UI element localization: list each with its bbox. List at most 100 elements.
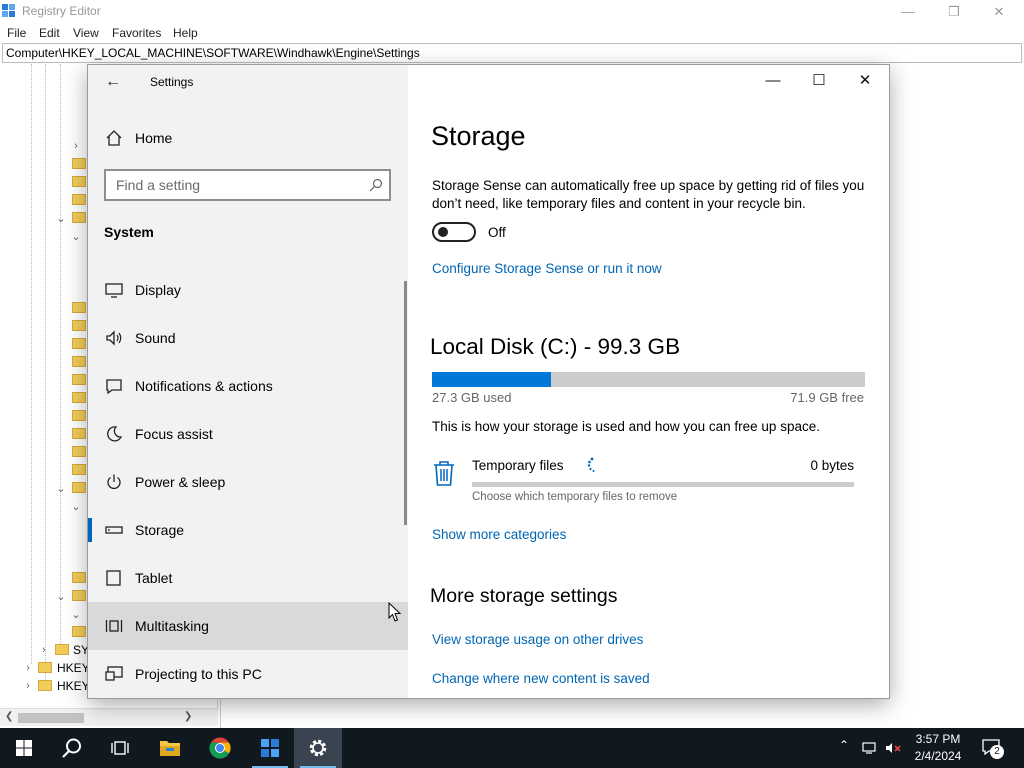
nav-label: Display xyxy=(135,282,181,298)
collapse-chevron-icon[interactable]: ⌄ xyxy=(70,500,82,513)
menu-file[interactable]: File xyxy=(7,26,26,40)
chrome-icon xyxy=(209,737,231,759)
folder-icon xyxy=(72,428,86,439)
configure-storage-sense-link[interactable]: Configure Storage Sense or run it now xyxy=(432,261,662,276)
maximize-button[interactable]: ☐ xyxy=(796,65,842,97)
menu-favorites[interactable]: Favorites xyxy=(112,26,161,40)
nav-item-sound[interactable]: Sound xyxy=(88,314,408,362)
nav-item-tablet[interactable]: Tablet xyxy=(88,554,408,602)
folder-icon xyxy=(72,482,86,493)
minimize-button[interactable]: — xyxy=(750,65,796,97)
registry-menubar: File Edit View Favorites Help xyxy=(0,23,1024,43)
storage-sense-toggle[interactable] xyxy=(432,222,476,242)
close-button[interactable]: ✕ xyxy=(842,65,888,97)
folder-icon xyxy=(72,356,86,367)
folder-icon xyxy=(38,680,52,691)
task-view-icon xyxy=(111,741,129,755)
settings-taskbar-button[interactable] xyxy=(294,728,342,768)
expand-chevron-icon[interactable]: › xyxy=(38,644,50,656)
network-icon[interactable] xyxy=(862,740,878,756)
category-title: Temporary files xyxy=(472,458,564,473)
folder-icon xyxy=(72,464,86,475)
settings-window: ← Settings Home System Display Sound xyxy=(88,65,889,698)
sidebar-scrollbar[interactable] xyxy=(404,281,407,525)
folder-icon xyxy=(72,338,86,349)
show-hidden-icons-icon[interactable]: ⌃ xyxy=(839,738,855,754)
collapse-chevron-icon[interactable]: ⌄ xyxy=(70,608,82,621)
notification-count-badge: 2 xyxy=(990,745,1004,759)
disk-usage-bar xyxy=(432,372,865,387)
registry-close-button[interactable]: ✕ xyxy=(976,2,1022,22)
toggle-knob xyxy=(438,227,448,237)
tree-node-label[interactable]: HKEY xyxy=(57,679,90,693)
power-icon xyxy=(107,474,121,489)
menu-edit[interactable]: Edit xyxy=(39,26,60,40)
nav-item-display[interactable]: Display xyxy=(88,266,408,314)
tray-clock[interactable]: 3:57 PM 2/4/2024 xyxy=(906,731,970,765)
view-other-drives-link[interactable]: View storage usage on other drives xyxy=(432,632,643,647)
tree-node-label[interactable]: SY xyxy=(73,643,89,657)
file-explorer-button[interactable] xyxy=(146,728,194,768)
taskbar-search-button[interactable] xyxy=(48,728,96,768)
tree-line xyxy=(31,64,32,664)
expand-chevron-icon[interactable]: › xyxy=(70,140,82,152)
multitasking-icon xyxy=(105,620,123,632)
nav-item-focus-assist[interactable]: Focus assist xyxy=(88,410,408,458)
scroll-left-icon[interactable]: ❮ xyxy=(5,711,13,722)
folder-icon xyxy=(72,626,86,637)
tree-node-label[interactable]: HKEY xyxy=(57,661,90,675)
registry-minimize-button[interactable]: — xyxy=(885,2,931,22)
menu-help[interactable]: Help xyxy=(173,26,198,40)
nav-item-power-sleep[interactable]: Power & sleep xyxy=(88,458,408,506)
expand-chevron-icon[interactable]: › xyxy=(22,662,34,674)
registry-address-bar[interactable]: Computer\HKEY_LOCAL_MACHINE\SOFTWARE\Win… xyxy=(2,43,1022,63)
expand-chevron-icon[interactable]: › xyxy=(22,680,34,692)
storage-icon xyxy=(105,526,123,534)
search-icon[interactable] xyxy=(369,178,383,192)
disk-usage-fill xyxy=(432,372,551,387)
selected-indicator xyxy=(88,518,92,542)
nav-item-storage[interactable]: Storage xyxy=(88,506,408,554)
collapse-chevron-icon[interactable]: ⌄ xyxy=(55,212,67,225)
registry-restore-button[interactable]: ❐ xyxy=(931,2,977,22)
category-usage-bar xyxy=(472,482,854,487)
toggle-state-label: Off xyxy=(488,225,506,240)
start-button[interactable] xyxy=(0,728,48,768)
home-nav-item[interactable]: Home xyxy=(88,121,408,155)
nav-label: Power & sleep xyxy=(135,474,226,490)
tree-horizontal-scrollbar[interactable]: ❮ ❯ xyxy=(0,708,218,726)
nav-item-projecting[interactable]: Projecting to this PC xyxy=(88,650,408,698)
nav-item-multitasking[interactable]: Multitasking xyxy=(88,602,408,650)
registry-editor-icon xyxy=(261,739,279,757)
disk-title: Local Disk (C:) - 99.3 GB xyxy=(430,334,681,359)
folder-icon xyxy=(72,374,86,385)
registry-titlebar[interactable]: Registry Editor — ❐ ✕ xyxy=(0,0,1024,23)
collapse-chevron-icon[interactable]: ⌄ xyxy=(55,590,67,603)
search-input[interactable] xyxy=(116,177,356,193)
menu-view[interactable]: View xyxy=(73,26,99,40)
task-view-button[interactable] xyxy=(96,728,144,768)
disk-used-label: 27.3 GB used xyxy=(432,390,512,405)
storage-page: — ☐ ✕ Storage Storage Sense can automati… xyxy=(408,65,889,698)
file-explorer-icon xyxy=(160,741,180,756)
action-center-button[interactable]: 2 xyxy=(980,737,1004,759)
search-box[interactable] xyxy=(104,169,391,201)
change-save-location-link[interactable]: Change where new content is saved xyxy=(432,671,650,686)
settings-sidebar: ← Settings Home System Display Sound xyxy=(88,65,408,698)
registry-editor-taskbar-button[interactable] xyxy=(246,728,294,768)
show-more-categories-link[interactable]: Show more categories xyxy=(432,527,566,542)
back-arrow-icon[interactable]: ← xyxy=(102,71,124,93)
collapse-chevron-icon[interactable]: ⌄ xyxy=(55,482,67,495)
folder-icon xyxy=(72,320,86,331)
folder-icon xyxy=(38,662,52,673)
scroll-right-icon[interactable]: ❯ xyxy=(184,711,192,722)
folder-icon xyxy=(55,644,69,655)
registry-title: Registry Editor xyxy=(22,4,101,18)
category-temporary-files[interactable]: Temporary files 0 bytes Choose which tem… xyxy=(432,455,865,507)
volume-muted-icon[interactable] xyxy=(885,740,901,756)
collapse-chevron-icon[interactable]: ⌄ xyxy=(70,230,82,243)
chrome-button[interactable] xyxy=(196,728,244,768)
scrollbar-thumb[interactable] xyxy=(18,713,84,723)
folder-icon xyxy=(72,446,86,457)
nav-item-notifications[interactable]: Notifications & actions xyxy=(88,362,408,410)
